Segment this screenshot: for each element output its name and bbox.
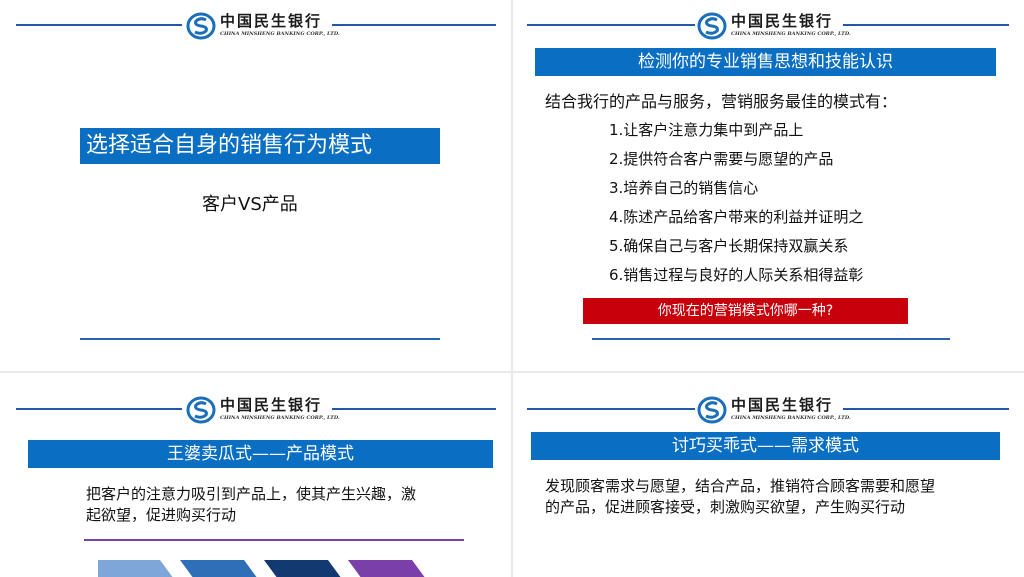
bank-name-cn: 中国民生银行 <box>731 12 834 30</box>
bank-name-cn: 中国民生银行 <box>220 12 323 30</box>
chevron-step-2 <box>180 560 257 577</box>
bank-logo: 中国民生银行 CHINA MINSHENG BANKING CORP., LTD… <box>697 396 851 424</box>
slide-1[interactable]: 中国民生银行 CHINA MINSHENG BANKING CORP., LTD… <box>0 0 511 371</box>
chevron-step-3 <box>264 560 341 577</box>
bank-logo: 中国民生银行 CHINA MINSHENG BANKING CORP., LTD… <box>186 396 340 424</box>
list-item: 6.销售过程与良好的人际关系相得益彰 <box>609 266 864 284</box>
bank-logo: 中国民生银行 CHINA MINSHENG BANKING CORP., LTD… <box>697 12 851 40</box>
minsheng-logo-icon <box>186 12 216 40</box>
header-line-left <box>527 24 695 26</box>
list-item: 1.让客户注意力集中到产品上 <box>609 121 804 139</box>
body-line-2: 的产品，促进顾客接受，刺激购买欲望，产生购买行动 <box>545 498 906 516</box>
minsheng-logo-icon <box>697 12 727 40</box>
body-line-1: 发现顾客需求与愿望，结合产品，推销符合顾客需要和愿望 <box>545 477 936 495</box>
list-item: 5.确保自己与客户长期保持双赢关系 <box>609 237 849 255</box>
slide-2[interactable]: 中国民生银行 CHINA MINSHENG BANKING CORP., LTD… <box>513 0 1024 371</box>
slide-intro: 结合我行的产品与服务，营销服务最佳的模式有： <box>545 92 898 111</box>
header-line-left <box>16 408 182 410</box>
slide-4[interactable]: 中国民生银行 CHINA MINSHENG BANKING CORP., LTD… <box>513 373 1024 577</box>
header-line-left <box>527 408 695 410</box>
bank-name-en: CHINA MINSHENG BANKING CORP., LTD. <box>220 31 340 37</box>
header-line-right <box>843 24 1009 26</box>
minsheng-logo-icon <box>697 396 727 424</box>
footer-line <box>80 338 440 340</box>
slide-3[interactable]: 中国民生银行 CHINA MINSHENG BANKING CORP., LTD… <box>0 373 511 577</box>
list-item: 3.培养自己的销售信心 <box>609 179 759 197</box>
slide-title: 讨巧买乖式——需求模式 <box>531 432 1000 460</box>
bank-name-en: CHINA MINSHENG BANKING CORP., LTD. <box>220 415 340 421</box>
chevron-step-4 <box>348 560 425 577</box>
bank-logo: 中国民生银行 CHINA MINSHENG BANKING CORP., LTD… <box>186 12 340 40</box>
body-line-2: 起欲望，促进购买行动 <box>86 506 237 524</box>
bank-name-cn: 中国民生银行 <box>731 396 834 414</box>
header-line-left <box>16 24 182 26</box>
header-line-right <box>332 408 496 410</box>
minsheng-logo-icon <box>186 396 216 424</box>
slide-title: 选择适合自身的销售行为模式 <box>80 128 440 164</box>
list-item: 4.陈述产品给客户带来的利益并证明之 <box>609 208 864 226</box>
divider-line <box>84 539 464 541</box>
question-banner: 你现在的营销模式你哪一种? <box>583 298 908 324</box>
bank-name-en: CHINA MINSHENG BANKING CORP., LTD. <box>731 31 851 37</box>
body-line-1: 把客户的注意力吸引到产品上，使其产生兴趣，激 <box>86 485 417 503</box>
slide-title: 检测你的专业销售思想和技能认识 <box>535 48 996 76</box>
header-line-right <box>843 408 1009 410</box>
bank-name-cn: 中国民生银行 <box>220 396 323 414</box>
bank-name-en: CHINA MINSHENG BANKING CORP., LTD. <box>731 415 851 421</box>
chevron-step-1 <box>98 560 173 577</box>
header-line-right <box>332 24 496 26</box>
slide-title: 王婆卖瓜式——产品模式 <box>28 440 493 468</box>
footer-line <box>592 338 950 340</box>
process-chevrons <box>98 560 425 577</box>
list-item: 2.提供符合客户需要与愿望的产品 <box>609 150 834 168</box>
slide-subtitle: 客户VS产品 <box>202 194 298 215</box>
